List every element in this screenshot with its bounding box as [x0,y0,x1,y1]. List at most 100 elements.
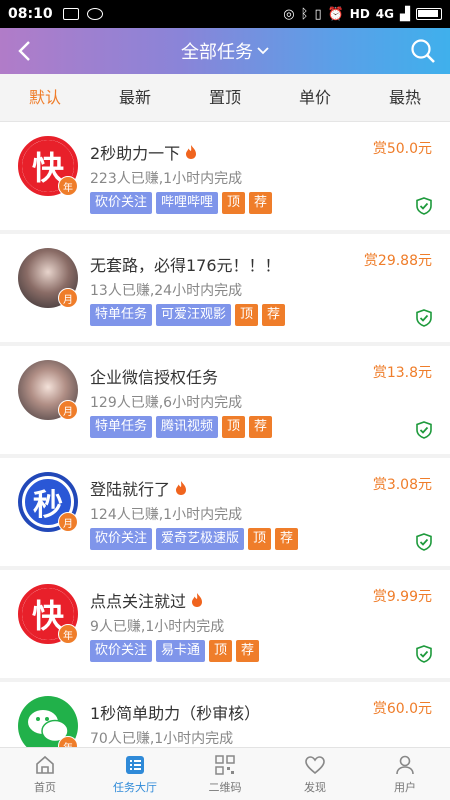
task-title: 企业微信授权任务 [90,364,218,388]
task-reward: 赏29.88元 [363,253,432,269]
task-stats: 223人已赚,1小时内完成 [90,171,243,187]
back-button[interactable] [10,36,40,66]
task-reward: 赏13.8元 [372,365,432,381]
shield-check-icon [416,309,432,327]
hd-label: HD [349,7,370,21]
signal-type: 4G [375,7,394,21]
chevron-down-icon [257,47,269,55]
tag-category: 砍价关注 [90,640,153,662]
tag-recommend: 荐 [249,416,273,438]
chevron-left-icon [18,41,30,61]
signal-icon: ▟ [400,6,410,22]
period-badge: 月 [58,400,78,420]
task-title-text: 无套路，必得176元！！！ [90,256,281,275]
alarm-icon: ⏰ [327,6,344,22]
tag-category: 特单任务 [90,416,153,438]
tabbar-label: 首页 [34,780,56,794]
search-button[interactable] [408,36,438,66]
task-stats: 9人已赚,1小时内完成 [90,619,225,635]
tabbar-label: 任务大厅 [113,780,157,794]
bottom-tab-bar: 首页 任务大厅 二维码 发现 用户 [0,747,450,800]
task-list: 快 年 2秒助力一下 223人已赚,1小时内完成 砍价关注 哔哩哔哩 顶 荐 赏… [0,122,450,747]
task-title: 点点关注就过 [90,588,204,612]
tabbar-label: 二维码 [208,780,242,794]
task-title: 登陆就行了 [90,476,188,500]
task-title: 2秒助力一下 [90,140,198,164]
task-item[interactable]: 年 1秒简单助力（秒审核） 70人已赚,1小时内完成 赏60.0元 [0,682,450,747]
tabbar-label: 发现 [304,780,326,794]
tab-price[interactable]: 单价 [270,74,360,121]
tag-category: 砍价关注 [90,528,153,550]
tabbar-discover[interactable]: 发现 [270,748,360,800]
task-tags: 特单任务 腾讯视频 顶 荐 [90,416,273,438]
tab-hottest[interactable]: 最热 [360,74,450,121]
task-title: 1秒简单助力（秒审核） [90,700,260,724]
tabbar-label: 用户 [394,780,416,794]
task-item[interactable]: 快 年 点点关注就过 9人已赚,1小时内完成 砍价关注 易卡通 顶 荐 赏9.9… [0,570,450,678]
task-title-text: 企业微信授权任务 [90,368,219,387]
task-reward: 赏60.0元 [372,701,432,717]
period-badge: 年 [58,624,78,644]
task-item[interactable]: 月 企业微信授权任务 129人已赚,6小时内完成 特单任务 腾讯视频 顶 荐 赏… [0,346,450,454]
qrcode-icon [215,754,235,775]
home-icon [36,755,54,774]
task-reward: 赏9.99元 [372,589,432,605]
heart-icon [305,755,325,774]
shield-check-icon [416,645,432,663]
tag-top: 顶 [209,640,233,662]
vibrate-icon: ▯ [314,6,322,22]
tag-category: 特单任务 [90,304,153,326]
bluetooth-icon: ᛒ [300,6,309,22]
user-icon [396,755,414,774]
task-list-icon [126,755,144,774]
browser-icon [86,8,103,20]
sync-icon: ◎ [283,6,295,22]
tab-pinned[interactable]: 置顶 [180,74,270,121]
shield-check-icon [416,197,432,215]
period-badge: 月 [58,512,78,532]
period-badge: 年 [58,176,78,196]
battery-icon [416,8,442,20]
tag-recommend: 荐 [262,304,286,326]
tab-newest[interactable]: 最新 [90,74,180,121]
task-item[interactable]: 快 年 2秒助力一下 223人已赚,1小时内完成 砍价关注 哔哩哔哩 顶 荐 赏… [0,122,450,230]
tag-platform: 腾讯视频 [156,416,219,438]
tag-top: 顶 [222,192,246,214]
fire-icon [192,593,203,607]
task-title-text: 登陆就行了 [90,480,171,499]
tag-top: 顶 [248,528,272,550]
tag-platform: 爱奇艺极速版 [156,528,245,550]
task-title-text: 2秒助力一下 [90,144,181,163]
tabbar-qrcode[interactable]: 二维码 [180,748,270,800]
tag-category: 砍价关注 [90,192,153,214]
task-title-text: 点点关注就过 [90,592,187,611]
tabbar-user[interactable]: 用户 [360,748,450,800]
task-stats: 129人已赚,6小时内完成 [90,395,243,411]
status-bar: 08:10 ◎ ᛒ ▯ ⏰ HD 4G ▟ [0,0,450,28]
task-item[interactable]: 月 无套路，必得176元！！！ 13人已赚,24小时内完成 特单任务 可爱汪观影… [0,234,450,342]
fire-icon [186,145,197,159]
task-stats: 13人已赚,24小时内完成 [90,283,243,299]
sort-tabs: 默认 最新 置顶 单价 最热 [0,74,450,122]
tag-platform: 哔哩哔哩 [156,192,219,214]
page-title: 全部任务 [181,42,253,63]
task-tags: 砍价关注 哔哩哔哩 顶 荐 [90,192,273,214]
task-item[interactable]: 秒 月 登陆就行了 124人已赚,1小时内完成 砍价关注 爱奇艺极速版 顶 荐 … [0,458,450,566]
tag-recommend: 荐 [236,640,260,662]
task-tags: 砍价关注 爱奇艺极速版 顶 荐 [90,528,299,550]
tag-platform: 易卡通 [156,640,206,662]
task-title: 无套路，必得176元！！！ [90,252,281,276]
tag-recommend: 荐 [275,528,299,550]
task-reward: 赏3.08元 [372,477,432,493]
shield-check-icon [416,421,432,439]
message-icon [62,8,79,20]
tag-top: 顶 [222,416,246,438]
tab-default[interactable]: 默认 [0,74,90,121]
title-dropdown[interactable]: 全部任务 [181,38,269,64]
tabbar-task-hall[interactable]: 任务大厅 [90,748,180,800]
tabbar-home[interactable]: 首页 [0,748,90,800]
shield-check-icon [416,533,432,551]
task-title-text: 1秒简单助力（秒审核） [90,704,261,723]
app-header: 全部任务 [0,28,450,74]
task-stats: 124人已赚,1小时内完成 [90,507,243,523]
